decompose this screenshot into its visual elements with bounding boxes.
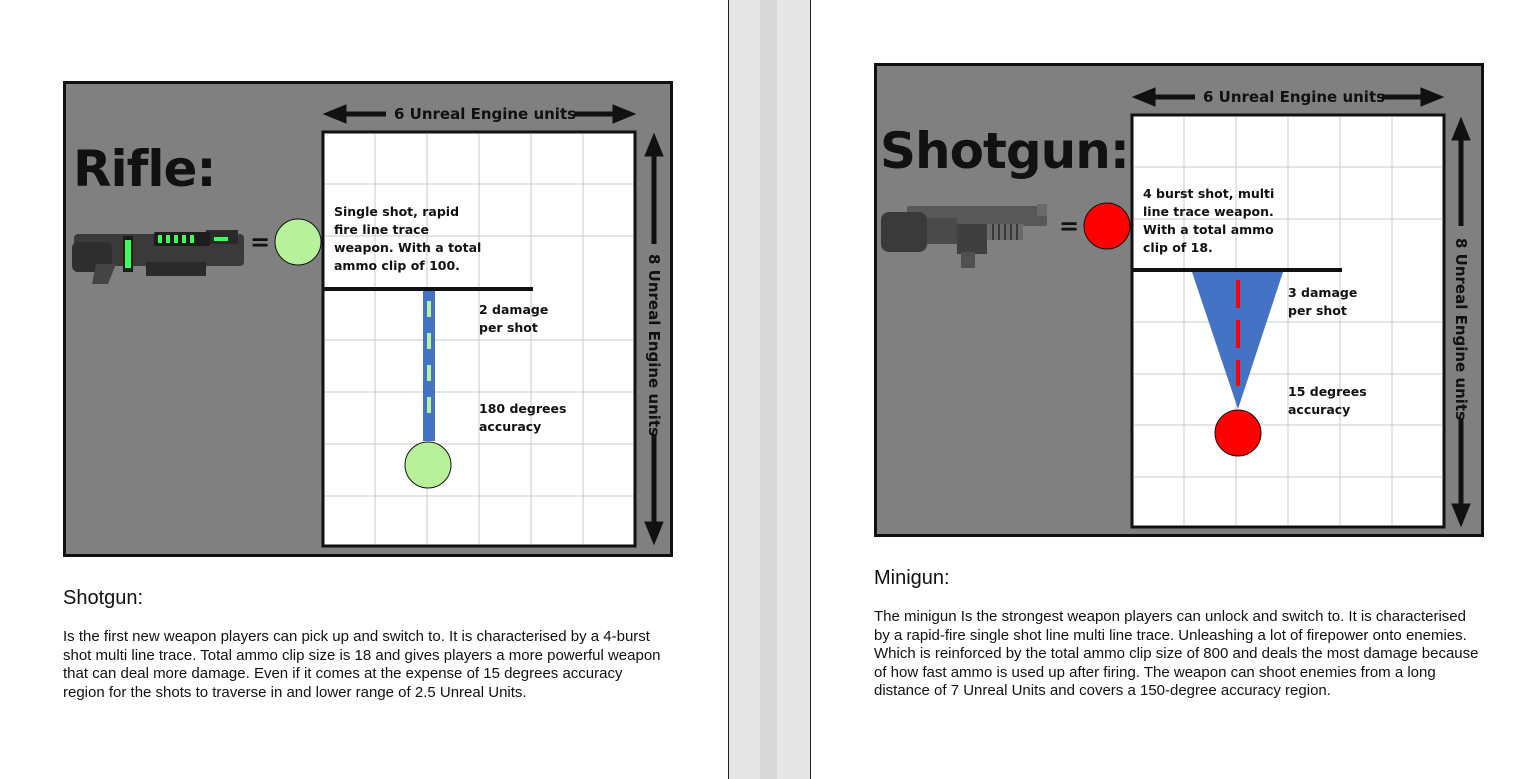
shotgun-impact-marker (1214, 409, 1262, 457)
weapon-description: Single shot, rapid fire line trace weapo… (334, 204, 482, 273)
height-label: 8 Unreal Engine units (1452, 238, 1470, 421)
height-label: 8 Unreal Engine units (645, 254, 663, 437)
page-gutter (760, 0, 777, 779)
rifle-grid (321, 130, 637, 548)
equals-sign: = (250, 228, 271, 256)
accuracy-text: 180 degrees accuracy (479, 401, 567, 434)
shotgun-grid (1130, 113, 1446, 529)
document-page-left: Rifle: 6 Unreal Engine units 8 Unreal En… (0, 0, 729, 779)
rifle-marker (274, 218, 322, 266)
figure-title: Rifle: (73, 140, 216, 198)
width-label: 6 Unreal Engine units (1203, 88, 1386, 106)
document-page-right: Shotgun: 6 Unreal Engine units 8 Unreal … (810, 0, 1538, 779)
section-heading: Minigun: (874, 567, 950, 589)
weapon-description: 4 burst shot, multi line trace weapon. W… (1143, 186, 1275, 255)
shotgun-gun-icon (881, 204, 1047, 268)
rifle-gun-icon (72, 230, 244, 284)
shotgun-marker (1083, 202, 1131, 250)
figure-title: Shotgun: (880, 122, 1130, 180)
section-paragraph: The minigun Is the strongest weapon play… (874, 608, 1479, 699)
damage-text: 2 damage per shot (479, 302, 549, 335)
section-paragraph: Is the first new weapon players can pick… (63, 628, 661, 701)
shotgun-figure: Shotgun: 6 Unreal Engine units 8 Unreal … (874, 63, 1484, 537)
rifle-figure: Rifle: 6 Unreal Engine units 8 Unreal En… (63, 81, 673, 557)
section-heading: Shotgun: (63, 587, 144, 609)
rifle-impact-marker (404, 441, 452, 489)
equals-sign: = (1059, 212, 1080, 240)
width-label: 6 Unreal Engine units (394, 105, 577, 123)
damage-text: 3 damage per shot (1288, 285, 1358, 318)
accuracy-text: 15 degrees accuracy (1288, 384, 1367, 417)
rifle-trace-line (423, 291, 435, 441)
